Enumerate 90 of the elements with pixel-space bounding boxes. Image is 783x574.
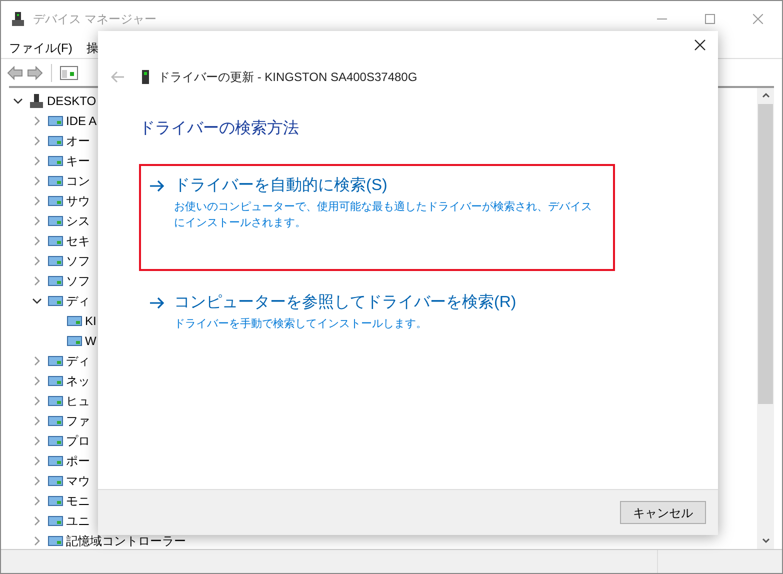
back-arrow-icon[interactable] (7, 66, 23, 80)
tree-item[interactable]: ユニ (66, 514, 90, 528)
tree-item[interactable]: コン (66, 174, 90, 188)
device-icon (48, 354, 63, 368)
device-icon (48, 534, 63, 548)
tree-item[interactable]: サウ (66, 194, 90, 208)
expand-chevron-icon[interactable] (32, 116, 42, 126)
expand-chevron-icon[interactable] (32, 356, 42, 366)
cancel-button[interactable]: キャンセル (620, 501, 706, 524)
device-icon (48, 454, 63, 468)
device-icon (48, 514, 63, 528)
tree-item[interactable]: マウ (66, 474, 90, 488)
expand-chevron-icon[interactable] (32, 196, 42, 206)
device-icon (48, 134, 63, 148)
tree-item[interactable]: ファ (66, 414, 90, 428)
device-icon (48, 394, 63, 408)
tree-item[interactable]: モニ (66, 494, 90, 508)
arrow-icon (149, 180, 165, 192)
tree-item[interactable]: W (85, 334, 96, 348)
option-title: コンピューターを参照してドライバーを検索(R) (174, 293, 516, 313)
device-icon (48, 434, 63, 448)
expand-chevron-icon[interactable] (32, 416, 42, 426)
properties-icon[interactable] (60, 66, 78, 80)
drive-icon (142, 70, 149, 84)
tree-item[interactable]: IDE A (66, 114, 97, 128)
expand-chevron-icon[interactable] (32, 456, 42, 466)
expand-chevron-icon[interactable] (32, 476, 42, 486)
back-arrow-icon[interactable] (111, 71, 125, 83)
device-icon (48, 234, 63, 248)
device-icon (48, 414, 63, 428)
expand-chevron-icon[interactable] (32, 176, 42, 186)
expand-chevron-icon[interactable] (32, 216, 42, 226)
tree-item[interactable]: ポー (66, 454, 90, 468)
device-icon (67, 314, 82, 328)
tree-item[interactable]: 記憶域コントローラー (66, 534, 186, 548)
device-icon (48, 494, 63, 508)
expand-chevron-icon[interactable] (32, 236, 42, 246)
device-icon (48, 214, 63, 228)
device-icon (48, 174, 63, 188)
device-icon (48, 194, 63, 208)
device-icon (29, 94, 44, 108)
expand-chevron-icon[interactable] (32, 436, 42, 446)
device-icon (48, 294, 63, 308)
dialog-heading: ドライバーの検索方法 (139, 119, 299, 139)
expand-chevron-icon[interactable] (32, 536, 42, 546)
option-description: ドライバーを手動で検索してインストールします。 (174, 316, 428, 332)
maximize-icon[interactable] (705, 14, 715, 24)
forward-arrow-icon[interactable] (27, 66, 43, 80)
collapse-chevron-icon[interactable] (32, 296, 42, 306)
menu-item[interactable]: ファイル(F) (5, 38, 76, 56)
tree-item[interactable]: ソフ (66, 274, 90, 288)
tree-item[interactable]: セキ (66, 234, 90, 248)
expand-chevron-icon[interactable] (32, 376, 42, 386)
expand-chevron-icon[interactable] (32, 136, 42, 146)
close-icon[interactable] (694, 39, 706, 51)
tree-item[interactable]: オー (66, 134, 90, 148)
tree-item[interactable]: キー (66, 154, 90, 168)
expand-chevron-icon[interactable] (32, 256, 42, 266)
device-icon (67, 334, 82, 348)
expand-chevron-icon[interactable] (32, 516, 42, 526)
expand-chevron-icon[interactable] (32, 496, 42, 506)
option-link[interactable]: コンピューターを参照してドライバーを検索(R) ドライバーを手動で検索してインストールします。 (139, 289, 615, 334)
tree-item[interactable]: DESKTO (47, 94, 96, 108)
expand-chevron-icon[interactable] (32, 156, 42, 166)
device-icon (48, 154, 63, 168)
app-icon (11, 11, 25, 27)
tree-item[interactable]: ディ (66, 294, 90, 308)
scrollbar[interactable] (757, 88, 774, 549)
tree-item[interactable]: ネッ (66, 374, 90, 388)
device-icon (48, 254, 63, 268)
device-icon (48, 374, 63, 388)
menu-item[interactable]: 操 (82, 38, 102, 56)
device-icon (48, 474, 63, 488)
device-icon (48, 114, 63, 128)
option-description: お使いのコンピューターで、使用可能な最も適したドライバーが検索され、デバイスにインストールされます。 (174, 200, 593, 231)
tree-item[interactable]: プロ (66, 434, 90, 448)
tree-item[interactable]: ソフ (66, 254, 90, 268)
expand-chevron-icon[interactable] (32, 396, 42, 406)
option-title: ドライバーを自動的に検索(S) (174, 176, 388, 196)
window-title: デバイス マネージャー (33, 11, 156, 28)
device-icon (48, 274, 63, 288)
option-link[interactable]: ドライバーを自動的に検索(S) お使いのコンピューターで、使用可能な最も適したドライバーが検索され、デバイスにインストールされます。 (139, 164, 615, 271)
tree-item[interactable]: KI (85, 314, 96, 328)
expand-chevron-icon[interactable] (32, 276, 42, 286)
collapse-chevron-icon[interactable] (13, 96, 23, 106)
tree-item[interactable]: ヒュ (66, 394, 90, 408)
arrow-icon (149, 297, 165, 309)
dialog-title: ドライバーの更新 - KINGSTON SA400S37480G (158, 69, 418, 86)
tree-item[interactable]: シス (66, 214, 90, 228)
tree-item[interactable]: ディ (66, 354, 90, 368)
